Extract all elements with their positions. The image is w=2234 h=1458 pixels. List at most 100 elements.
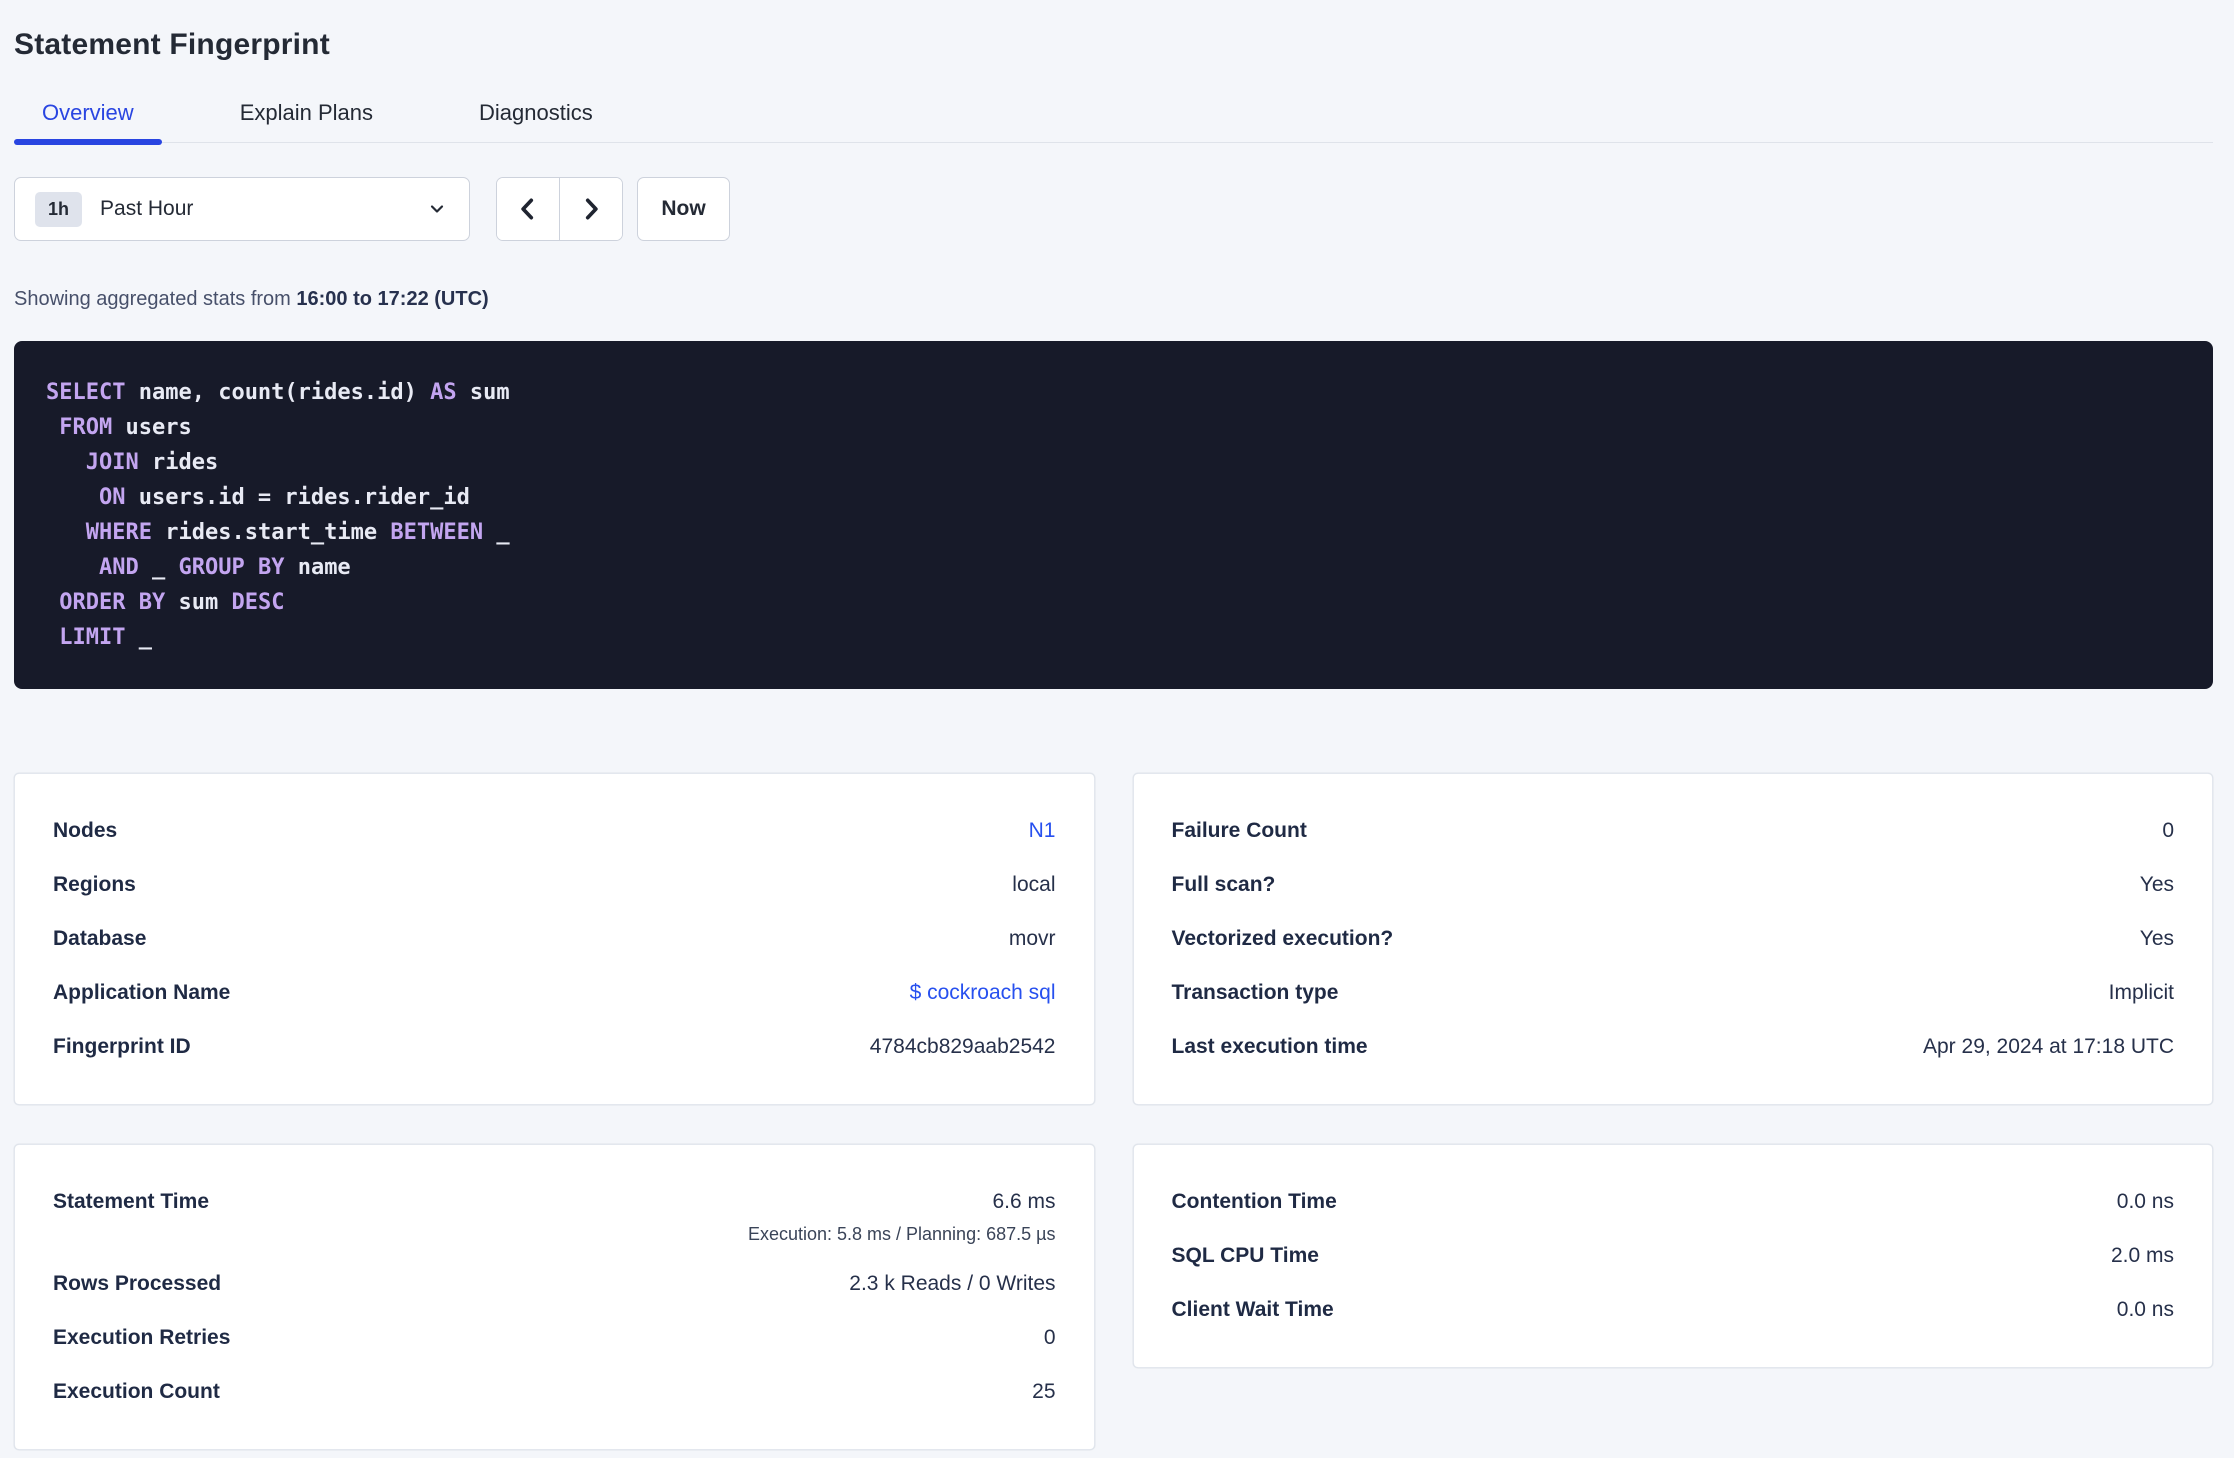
stat-value: movr: [1008, 927, 1056, 950]
tab-bar: Overview Explain Plans Diagnostics: [14, 100, 2213, 145]
sql-keyword: JOIN: [85, 450, 139, 475]
stat-label: Client Wait Time: [1171, 1298, 1334, 1321]
stat-row: Application Name $ cockroach sql: [53, 966, 1056, 1020]
stat-label: Full scan?: [1171, 873, 1276, 896]
now-button[interactable]: Now: [637, 177, 730, 241]
stat-label: Transaction type: [1171, 981, 1339, 1004]
stat-row: Execution Count 25: [53, 1365, 1056, 1419]
sql-line: ON users.id = rides.rider_id: [46, 480, 2181, 515]
tab-diagnostics[interactable]: Diagnostics: [451, 100, 621, 142]
stat-row: Last execution time Apr 29, 2024 at 17:18…: [1172, 1020, 2175, 1074]
aggregated-stats-range: 16:00 to 17:22 (UTC): [296, 288, 489, 310]
stat-label: Application Name: [53, 981, 231, 1004]
sql-text: sum: [165, 590, 232, 615]
cards-grid: Nodes N1 Regions local Database movr Applicati…: [14, 773, 2213, 1450]
stat-value-link[interactable]: $ cockroach sql: [910, 981, 1056, 1005]
card-timing-left: Statement Time 6.6 ms Execution: 5.8 ms / …: [14, 1144, 1095, 1450]
card-timing-right: Contention Time 0.0 ns SQL CPU Time 2.0 ms C…: [1132, 1144, 2213, 1368]
stat-label: Execution Retries: [53, 1326, 231, 1349]
next-time-button[interactable]: [560, 178, 622, 240]
stat-label: Statement Time: [53, 1190, 209, 1213]
stat-row: Client Wait Time 0.0 ns: [1172, 1283, 2175, 1337]
tab-label: Diagnostics: [479, 100, 593, 125]
sql-keyword: LIMIT: [59, 625, 126, 650]
sql-keyword: DESC: [231, 590, 285, 615]
stat-value: 0.0 ns: [2116, 1298, 2174, 1321]
tab-overview[interactable]: Overview: [14, 100, 162, 145]
stat-label: Database: [53, 927, 147, 950]
stat-value: 6.6 ms: [992, 1190, 1056, 1213]
time-window-picker[interactable]: 1h Past Hour: [14, 177, 470, 241]
chevron-right-icon: [578, 196, 604, 222]
stat-value: 2.0 ms: [2110, 1244, 2174, 1267]
stat-value: Yes: [2139, 873, 2174, 896]
stat-label: Rows Processed: [53, 1272, 222, 1295]
sql-line: JOIN rides: [46, 445, 2181, 480]
stat-value: Apr 29, 2024 at 17:18 UTC: [1923, 1035, 2174, 1058]
stat-value-link[interactable]: N1: [1029, 819, 1056, 843]
stat-row: SQL CPU Time 2.0 ms: [1172, 1229, 2175, 1283]
statement-fingerprint-page: Statement Fingerprint Overview Explain Pl…: [0, 0, 2234, 1458]
stat-label: Vectorized execution?: [1171, 927, 1394, 950]
stat-value: 2.3 k Reads / 0 Writes: [849, 1272, 1056, 1295]
stat-row: Failure Count 0: [1172, 804, 2175, 858]
stat-value: Yes: [2139, 927, 2174, 950]
stat-value: Implicit: [2108, 981, 2174, 1004]
stat-label: Last execution time: [1171, 1035, 1368, 1058]
sql-line: AND _ GROUP BY name: [46, 550, 2181, 585]
stat-row: Execution Retries 0: [53, 1311, 1056, 1365]
stat-label: Regions: [53, 873, 136, 896]
stat-value: 25: [1032, 1380, 1056, 1403]
time-window-label: Past Hour: [100, 197, 194, 220]
stat-label: Failure Count: [1171, 819, 1307, 842]
stat-label: Execution Count: [53, 1380, 220, 1403]
sql-text: name: [284, 555, 351, 580]
sql-text: rides.start_time: [151, 520, 391, 545]
time-toolbar: 1h Past Hour Now: [14, 177, 2213, 241]
time-window-badge: 1h: [35, 191, 83, 227]
sql-text: sum: [456, 380, 510, 405]
stat-value: 0.0 ns: [2116, 1190, 2174, 1213]
sql-keyword: AS: [430, 380, 457, 405]
stat-row: Transaction type Implicit: [1172, 966, 2175, 1020]
aggregated-stats-prefix: Showing aggregated stats from: [14, 288, 297, 310]
stat-value: local: [1012, 873, 1056, 896]
stat-row: Rows Processed 2.3 k Reads / 0 Writes: [53, 1257, 1056, 1311]
sql-keyword: ORDER BY: [59, 590, 166, 615]
stat-subvalue: Execution: 5.8 ms / Planning: 687.5 µs: [747, 1224, 1056, 1244]
tab-label: Explain Plans: [239, 100, 373, 125]
tab-explain-plans[interactable]: Explain Plans: [212, 100, 401, 142]
time-step-buttons: [496, 177, 623, 241]
sql-text: rides: [138, 450, 219, 475]
stat-row: Contention Time 0.0 ns: [1172, 1175, 2175, 1229]
stat-label: Nodes: [53, 819, 118, 842]
sql-line: SELECT name, count(rides.id) AS sum: [46, 375, 2181, 410]
sql-line: LIMIT _: [46, 620, 2181, 655]
card-details-left: Nodes N1 Regions local Database movr Applicati…: [14, 773, 1095, 1105]
page-title: Statement Fingerprint: [14, 28, 330, 61]
stat-row: Database movr: [53, 912, 1056, 966]
stat-row: Nodes N1: [53, 804, 1056, 858]
chevron-down-icon: [427, 199, 447, 219]
stat-row-group: Statement Time 6.6 ms Execution: 5.8 ms / …: [53, 1175, 1056, 1247]
sql-line: FROM users: [46, 410, 2181, 445]
stat-row: Vectorized execution? Yes: [1172, 912, 2175, 966]
stat-label: Contention Time: [1171, 1190, 1337, 1213]
stat-value: 0: [2162, 819, 2174, 842]
sql-line: ORDER BY sum DESC: [46, 585, 2181, 620]
stat-value: 4784cb829aab2542: [869, 1035, 1056, 1058]
sql-statement-box: SELECT name, count(rides.id) AS sum FROM…: [14, 341, 2213, 689]
sql-keyword: ON: [98, 485, 126, 510]
chevron-left-icon: [515, 196, 541, 222]
previous-time-button[interactable]: [497, 178, 560, 240]
sql-text: users.id = rides.rider_id: [125, 485, 470, 510]
sql-keyword: BETWEEN: [390, 520, 484, 545]
stat-row: Fingerprint ID 4784cb829aab2542: [53, 1020, 1056, 1074]
stat-label: Fingerprint ID: [53, 1035, 191, 1058]
sql-text: _: [483, 520, 510, 545]
